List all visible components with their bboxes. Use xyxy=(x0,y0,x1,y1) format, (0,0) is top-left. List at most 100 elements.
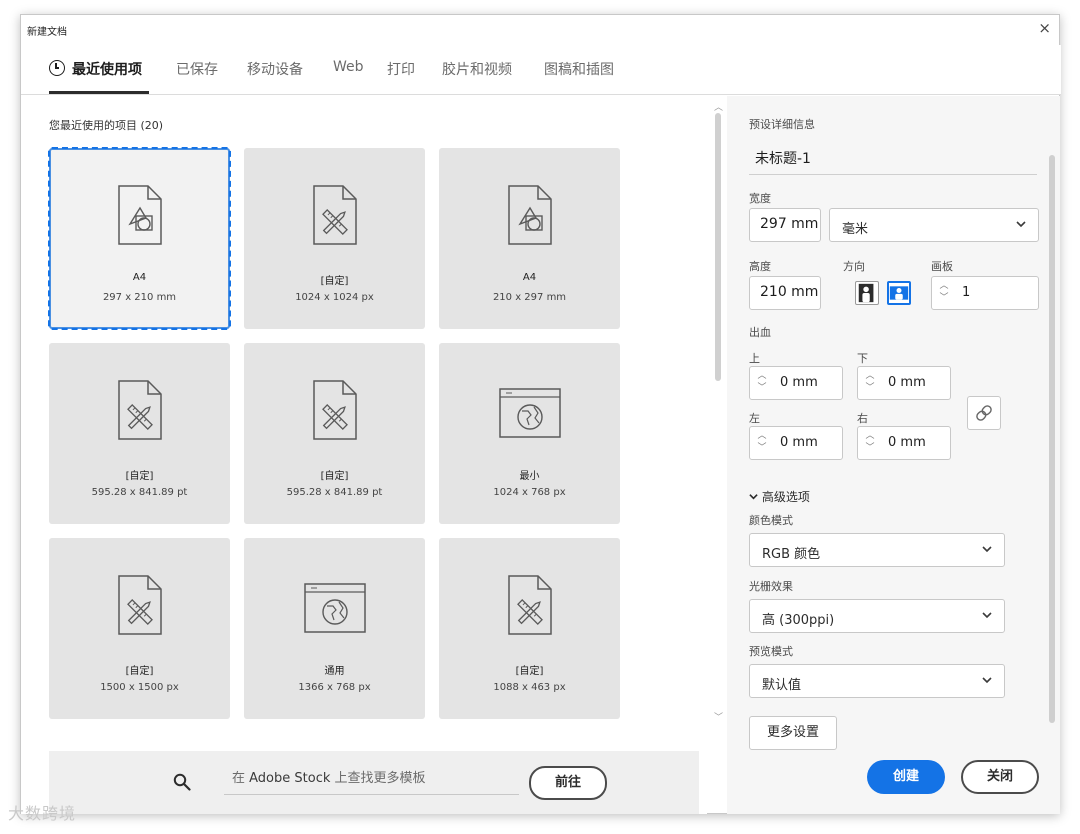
raster-effects-label: 光栅效果 xyxy=(749,580,793,593)
preset-card-size: 595.28 x 841.89 pt xyxy=(286,487,383,498)
bleed-bottom-label: 下 xyxy=(857,352,868,365)
preset-details-label: 预设详细信息 xyxy=(749,118,815,131)
preset-card-size: 1024 x 768 px xyxy=(493,487,566,498)
tab-print[interactable]: 打印 xyxy=(387,59,415,79)
left-scrollbar-thumb[interactable] xyxy=(715,113,721,381)
preset-card[interactable]: [自定] 595.28 x 841.89 pt xyxy=(244,343,425,524)
unit-value: 毫米 xyxy=(842,222,869,237)
category-tabs: 最近使用项 已保存 移动设备 Web 打印 胶片和视频 图稿和插图 xyxy=(21,45,1061,95)
preset-card[interactable]: [自定] 595.28 x 841.89 pt xyxy=(49,343,230,524)
bleed-label: 出血 xyxy=(749,326,771,339)
raster-effects-dropdown[interactable]: 高 (300ppi) xyxy=(749,599,1005,633)
width-value: 297 mm xyxy=(760,216,819,232)
bleed-top-value: 0 mm xyxy=(780,375,818,390)
preset-card[interactable]: A4 297 x 210 mm xyxy=(48,147,231,330)
preset-card-name: [自定] xyxy=(320,276,349,287)
web-globe-icon xyxy=(303,580,367,640)
close-button[interactable]: 关闭 xyxy=(961,760,1039,794)
preset-card-size: 297 x 210 mm xyxy=(102,292,177,303)
tab-web[interactable]: Web xyxy=(333,59,364,75)
ruler-pencil-doc-icon xyxy=(506,574,554,640)
ruler-pencil-doc-icon xyxy=(311,379,359,445)
recent-items-header: 您最近使用的项目 (20) xyxy=(49,119,164,132)
portrait-orientation-button[interactable] xyxy=(855,281,879,305)
stepper-arrows-icon[interactable]: ︿ ﹀ xyxy=(935,280,953,308)
right-scrollbar-thumb[interactable] xyxy=(1049,155,1055,723)
artboard-label: 画板 xyxy=(931,260,953,273)
preset-card-size: 595.28 x 841.89 pt xyxy=(91,487,188,498)
width-label: 宽度 xyxy=(749,192,771,205)
preset-card[interactable]: [自定] 1088 x 463 px xyxy=(439,538,620,719)
stepper-arrows-icon[interactable]: ︿ ﹀ xyxy=(861,370,879,398)
name-underline xyxy=(749,174,1037,175)
stepper-arrows-icon[interactable]: ︿ ﹀ xyxy=(753,430,771,458)
preset-card[interactable]: A4 210 x 297 mm xyxy=(439,148,620,329)
stock-search-input[interactable]: 在 Adobe Stock 上查找更多模板 xyxy=(224,767,519,795)
bleed-bottom-value: 0 mm xyxy=(888,375,926,390)
preset-card-name: 通用 xyxy=(324,666,345,677)
tab-film-video[interactable]: 胶片和视频 xyxy=(442,59,512,79)
chevron-down-icon xyxy=(982,546,992,553)
advanced-options-toggle[interactable]: 高级选项 xyxy=(749,488,810,505)
go-button[interactable]: 前往 xyxy=(529,766,607,800)
bleed-left-value: 0 mm xyxy=(780,435,818,450)
link-bleed-button[interactable] xyxy=(967,396,1001,430)
preset-card-size: 1366 x 768 px xyxy=(298,682,371,693)
color-mode-dropdown[interactable]: RGB 颜色 xyxy=(749,533,1005,567)
preset-card-size: 1088 x 463 px xyxy=(493,682,566,693)
height-value: 210 mm xyxy=(760,284,819,300)
link-icon xyxy=(976,405,992,421)
scroll-up-arrow[interactable]: ︿ xyxy=(714,100,723,113)
close-icon[interactable]: × xyxy=(1038,19,1051,37)
height-input[interactable]: 210 mm xyxy=(749,276,821,310)
document-name-field[interactable]: 未标题-1 xyxy=(755,148,811,168)
bleed-left-label: 左 xyxy=(749,412,760,425)
watermark-text: 大数跨境 xyxy=(8,804,77,823)
preset-card[interactable]: 通用 1366 x 768 px xyxy=(244,538,425,719)
raster-effects-value: 高 (300ppi) xyxy=(762,613,835,628)
search-suffix: 上查找更多模板 xyxy=(330,771,426,786)
landscape-orientation-button[interactable] xyxy=(887,281,911,305)
more-settings-button[interactable]: 更多设置 xyxy=(749,716,837,750)
active-tab-indicator xyxy=(49,91,149,94)
preset-card-name: 最小 xyxy=(519,471,540,482)
ruler-pencil-doc-icon xyxy=(311,184,359,250)
artboard-value: 1 xyxy=(962,285,971,300)
tab-saved[interactable]: 已保存 xyxy=(176,59,218,79)
unit-dropdown[interactable]: 毫米 xyxy=(829,208,1039,242)
search-prefix: 在 xyxy=(232,771,250,786)
tab-recent[interactable]: 最近使用项 xyxy=(49,59,142,79)
web-globe-icon xyxy=(498,385,562,445)
window-title: 新建文档 xyxy=(27,27,67,38)
chevron-down-icon xyxy=(1016,221,1026,228)
tab-recent-label: 最近使用项 xyxy=(72,62,142,78)
chevron-down-icon xyxy=(982,612,992,619)
preset-card-size: 210 x 297 mm xyxy=(492,292,567,303)
bleed-bottom-stepper[interactable]: ︿ ﹀ 0 mm xyxy=(857,366,951,400)
bleed-top-stepper[interactable]: ︿ ﹀ 0 mm xyxy=(749,366,843,400)
bleed-right-stepper[interactable]: ︿ ﹀ 0 mm xyxy=(857,426,951,460)
preset-card[interactable]: 最小 1024 x 768 px xyxy=(439,343,620,524)
preview-mode-label: 预览模式 xyxy=(749,645,793,658)
bleed-left-stepper[interactable]: ︿ ﹀ 0 mm xyxy=(749,426,843,460)
width-input[interactable]: 297 mm xyxy=(749,208,821,242)
orientation-label: 方向 xyxy=(843,260,865,273)
create-button[interactable]: 创建 xyxy=(867,760,945,794)
title-bar: 新建文档 × xyxy=(21,15,1059,45)
preset-card[interactable]: [自定] 1024 x 1024 px xyxy=(244,148,425,329)
color-mode-label: 颜色模式 xyxy=(749,514,793,527)
preset-card[interactable]: [自定] 1500 x 1500 px xyxy=(49,538,230,719)
chevron-down-icon xyxy=(982,677,992,684)
bleed-right-value: 0 mm xyxy=(888,435,926,450)
stepper-arrows-icon[interactable]: ︿ ﹀ xyxy=(753,370,771,398)
tab-mobile[interactable]: 移动设备 xyxy=(247,59,303,79)
preset-card-name: [自定] xyxy=(515,666,544,677)
stock-search-bar: 在 Adobe Stock 上查找更多模板 前往 xyxy=(49,751,699,814)
tab-art-illustration[interactable]: 图稿和插图 xyxy=(544,59,614,79)
search-icon xyxy=(173,773,191,791)
stepper-arrows-icon[interactable]: ︿ ﹀ xyxy=(861,430,879,458)
preset-card-name: A4 xyxy=(132,272,147,283)
scroll-down-arrow[interactable]: ﹀ xyxy=(714,710,723,723)
preview-mode-dropdown[interactable]: 默认值 xyxy=(749,664,1005,698)
artboard-count-stepper[interactable]: ︿ ﹀ 1 xyxy=(931,276,1039,310)
